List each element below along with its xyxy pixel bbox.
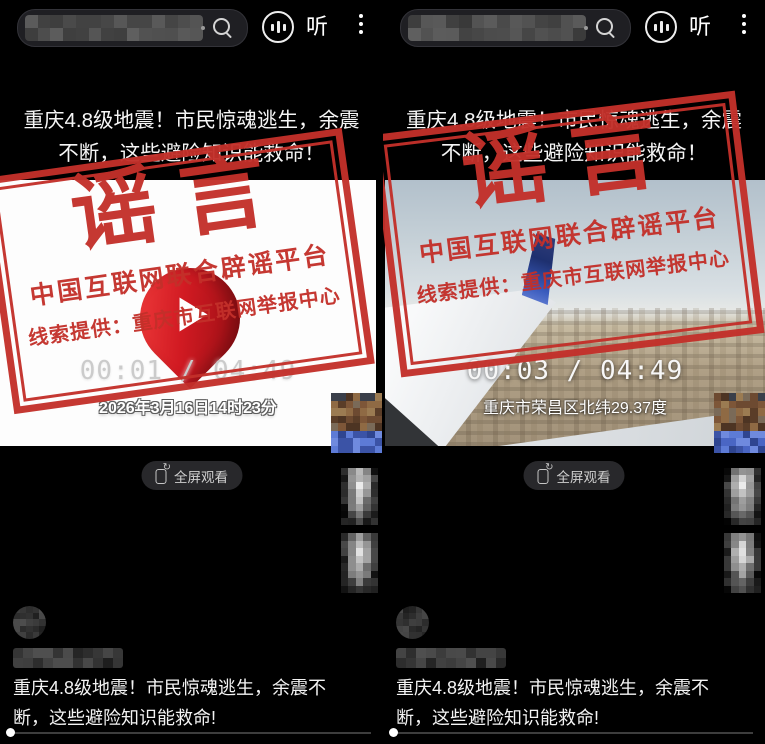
fullscreen-label: 全屏观看 xyxy=(557,466,611,486)
rumor-stamp: 谣言 中国互联网联合辟谣平台 线索提供：重庆市互联网举报中心 xyxy=(383,91,765,378)
search-text-mosaic xyxy=(408,15,586,41)
fullscreen-button[interactable]: 全屏观看 xyxy=(141,461,242,490)
action-icon-mosaic[interactable] xyxy=(724,468,761,525)
video-caption: 重庆4.8级地震！市民惊魂逃生，余震不断，这些避险知识能救命! xyxy=(396,673,714,733)
account-avatar[interactable] xyxy=(13,606,46,639)
uploader-avatar[interactable] xyxy=(714,393,765,453)
kebab-menu-icon[interactable] xyxy=(739,14,749,42)
screenshot-stage: 听 重庆4.8级地震！市民惊魂逃生，余震不断，这些避险知识能救命！ 00:01 … xyxy=(0,0,765,744)
panel-right: 听 重庆4.8级地震！市民惊魂逃生，余震不断，这些避险知识能救命！ 00:03 … xyxy=(383,0,765,744)
browser-toolbar: 听 xyxy=(0,0,383,55)
fullscreen-button[interactable]: 全屏观看 xyxy=(524,461,625,490)
action-icon-mosaic[interactable] xyxy=(341,533,378,593)
fullscreen-label: 全屏观看 xyxy=(174,466,228,486)
username-mosaic xyxy=(396,648,506,668)
voice-read-icon[interactable] xyxy=(262,11,294,43)
video-caption: 重庆4.8级地震！市民惊魂逃生，余震不断，这些避险知识能救命! xyxy=(13,673,331,733)
progress-handle[interactable] xyxy=(6,728,15,737)
progress-bar[interactable] xyxy=(14,732,371,734)
search-text-mosaic xyxy=(25,15,203,41)
action-icon-mosaic[interactable] xyxy=(341,468,378,525)
stamp-rumor-text: 谣言 xyxy=(433,106,685,219)
voice-read-icon[interactable] xyxy=(645,11,677,43)
listen-button[interactable]: 听 xyxy=(306,13,328,41)
rotate-phone-icon xyxy=(538,468,550,484)
search-icon[interactable] xyxy=(595,17,617,39)
rotate-phone-icon xyxy=(155,468,167,484)
kebab-menu-icon[interactable] xyxy=(356,14,366,42)
search-icon[interactable] xyxy=(212,17,234,39)
location-overlay: 重庆市荣昌区北纬29.37度 xyxy=(385,394,765,418)
progress-handle[interactable] xyxy=(389,728,398,737)
browser-toolbar: 听 xyxy=(383,0,765,55)
username-mosaic xyxy=(13,648,123,668)
search-input[interactable] xyxy=(17,9,248,47)
separator-dot xyxy=(201,26,205,30)
rumor-stamp: 谣言 中国互联网联合辟谣平台 线索提供：重庆市互联网举报中心 xyxy=(0,128,375,414)
search-input[interactable] xyxy=(400,9,631,47)
uploader-avatar[interactable] xyxy=(331,393,382,453)
progress-bar[interactable] xyxy=(397,732,753,734)
listen-button[interactable]: 听 xyxy=(689,13,711,41)
panel-left: 听 重庆4.8级地震！市民惊魂逃生，余震不断，这些避险知识能救命！ 00:01 … xyxy=(0,0,383,744)
account-avatar[interactable] xyxy=(396,606,429,639)
separator-dot xyxy=(584,26,588,30)
action-icon-mosaic[interactable] xyxy=(724,533,761,593)
